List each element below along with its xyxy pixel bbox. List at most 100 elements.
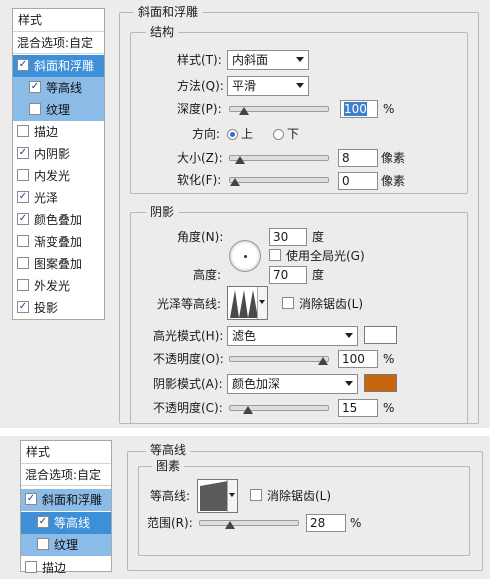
antialias-option[interactable]: 消除锯齿(L)	[250, 487, 331, 505]
checkbox[interactable]	[37, 538, 49, 550]
technique-select[interactable]: 平滑	[227, 76, 309, 96]
range-input[interactable]: 28	[306, 514, 346, 532]
style-select-value: 内斜面	[232, 53, 269, 67]
shading-title: 阴影	[146, 205, 179, 219]
chevron-down-icon[interactable]	[257, 287, 267, 319]
shadow-opacity-slider[interactable]	[229, 401, 329, 415]
sidebar-item-label: 混合选项:自定	[17, 36, 94, 50]
checkbox[interactable]	[17, 147, 29, 159]
highlight-mode-select[interactable]: 滤色	[227, 326, 358, 346]
shadow-color-swatch[interactable]	[364, 374, 397, 392]
sidebar-item-texture[interactable]: 纹理	[21, 534, 111, 556]
technique-select-value: 平滑	[232, 79, 257, 93]
checkbox[interactable]	[17, 301, 29, 313]
shadow-opacity-unit: %	[383, 401, 395, 415]
slider-thumb[interactable]	[243, 406, 254, 414]
slider-track	[229, 356, 329, 362]
contour-picker[interactable]	[197, 479, 238, 513]
checkbox[interactable]	[17, 169, 29, 181]
soften-input[interactable]: 0	[338, 172, 378, 190]
chevron-down-icon	[296, 57, 304, 62]
chevron-down-icon	[345, 333, 353, 338]
shadow-mode-select[interactable]: 颜色加深	[227, 374, 358, 394]
sidebar-item-label: 投影	[34, 301, 59, 315]
checkbox[interactable]	[17, 235, 29, 247]
sidebar-item-pattern-overlay[interactable]: 图案叠加	[13, 253, 104, 275]
direction-up-option[interactable]: 上	[227, 125, 253, 143]
sidebar-item-outer-glow[interactable]: 外发光	[13, 275, 104, 297]
checkbox[interactable]	[17, 125, 29, 137]
shadow-opacity-input[interactable]: 15	[338, 399, 378, 417]
gloss-contour-picker[interactable]	[227, 286, 268, 320]
slider-thumb[interactable]	[318, 357, 328, 365]
sidebar-item-blend-options[interactable]: 混合选项:自定	[21, 464, 111, 486]
range-value: 28	[310, 516, 326, 530]
sidebar-item-bevel-emboss[interactable]: 斜面和浮雕	[21, 489, 111, 511]
angle-dial[interactable]	[229, 240, 261, 272]
chevron-down-icon	[296, 83, 304, 88]
size-slider[interactable]	[229, 151, 329, 165]
sidebar-item-stroke[interactable]: 描边	[21, 557, 111, 579]
checkbox[interactable]	[282, 297, 294, 309]
range-slider[interactable]	[199, 516, 299, 530]
depth-slider[interactable]	[229, 102, 329, 116]
angle-input[interactable]: 30	[269, 228, 307, 246]
chevron-down-icon[interactable]	[227, 480, 237, 512]
sidebar-item-inner-shadow[interactable]: 内阴影	[13, 143, 104, 165]
checkbox[interactable]	[17, 59, 29, 71]
sidebar-item-contour[interactable]: 等高线	[21, 512, 111, 534]
highlight-opacity-slider[interactable]	[229, 352, 329, 366]
size-input[interactable]: 8	[338, 149, 378, 167]
altitude-input[interactable]: 70	[269, 266, 307, 284]
section-title: 斜面和浮雕	[134, 5, 203, 19]
slider-track	[199, 520, 299, 526]
slider-thumb[interactable]	[235, 156, 246, 164]
direction-down-option[interactable]: 下	[273, 125, 299, 143]
shadow-mode-value: 颜色加深	[232, 377, 281, 391]
sidebar-item-color-overlay[interactable]: 颜色叠加	[13, 209, 104, 231]
radio[interactable]	[227, 129, 238, 140]
checkbox[interactable]	[250, 489, 262, 501]
sidebar-item-texture[interactable]: 纹理	[13, 99, 104, 121]
checkbox[interactable]	[17, 191, 29, 203]
checkbox[interactable]	[29, 81, 41, 93]
antialias-option[interactable]: 消除锯齿(L)	[282, 295, 363, 313]
depth-label: 深度(P):	[177, 102, 222, 116]
highlight-color-swatch[interactable]	[364, 326, 397, 344]
sidebar-item-blend-options[interactable]: 混合选项:自定	[13, 32, 104, 54]
slider-track	[229, 177, 329, 183]
sidebar-item-gradient-overlay[interactable]: 渐变叠加	[13, 231, 104, 253]
slider-thumb[interactable]	[224, 521, 235, 529]
altitude-label: 高度:	[193, 268, 222, 282]
sidebar-header: 样式	[13, 9, 104, 32]
radio[interactable]	[273, 129, 284, 140]
soften-slider[interactable]	[229, 173, 329, 187]
checkbox[interactable]	[37, 516, 49, 528]
checkbox[interactable]	[17, 213, 29, 225]
sidebar-item-label: 内阴影	[34, 147, 71, 161]
sidebar-item-drop-shadow[interactable]: 投影	[13, 297, 104, 319]
checkbox[interactable]	[25, 493, 37, 505]
style-select[interactable]: 内斜面	[227, 50, 309, 70]
direction-down-label: 下	[287, 127, 300, 141]
sidebar-item-bevel-emboss[interactable]: 斜面和浮雕	[13, 55, 104, 77]
checkbox[interactable]	[269, 249, 281, 261]
checkbox[interactable]	[17, 257, 29, 269]
shadow-opacity-value: 15	[342, 401, 358, 415]
checkbox[interactable]	[17, 279, 29, 291]
sidebar-item-stroke[interactable]: 描边	[13, 121, 104, 143]
checkbox[interactable]	[29, 103, 41, 115]
highlight-opacity-input[interactable]: 100	[338, 350, 378, 368]
checkbox[interactable]	[25, 561, 37, 573]
soften-label: 软化(F):	[177, 173, 222, 187]
sidebar-item-inner-glow[interactable]: 内发光	[13, 165, 104, 187]
sidebar-item-label: 图案叠加	[34, 257, 83, 271]
sidebar-item-satin[interactable]: 光泽	[13, 187, 104, 209]
altitude-unit: 度	[312, 268, 325, 282]
depth-input[interactable]: 100	[340, 100, 378, 118]
sidebar-item-contour[interactable]: 等高线	[13, 77, 104, 99]
global-light-option[interactable]: 使用全局光(G)	[269, 247, 365, 265]
slider-thumb[interactable]	[238, 107, 249, 115]
slider-thumb[interactable]	[230, 178, 240, 186]
shadow-mode-label: 阴影模式(A):	[153, 377, 223, 391]
